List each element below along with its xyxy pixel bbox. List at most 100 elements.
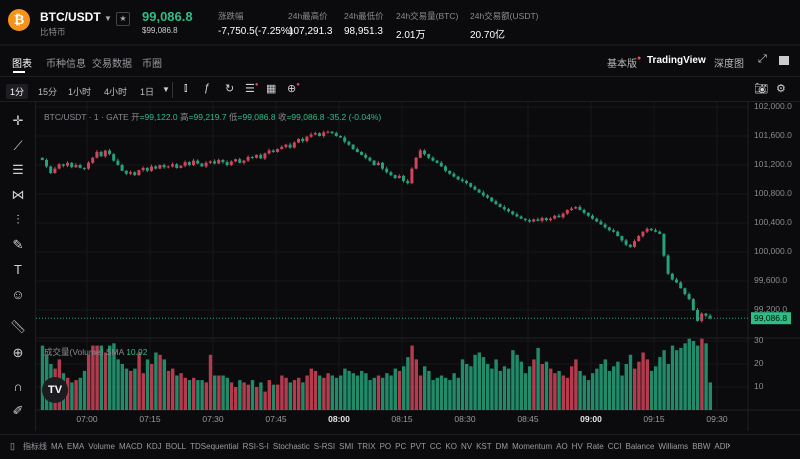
candle-body <box>162 165 166 168</box>
volume-bar <box>334 377 339 410</box>
volume-bar <box>439 375 444 410</box>
indicator-smi[interactable]: SMI <box>339 442 353 451</box>
candle-body <box>385 168 389 173</box>
indicator-hv[interactable]: HV <box>572 442 583 451</box>
low-value: =99,086.8 <box>237 112 276 122</box>
indicator-balance[interactable]: Balance <box>625 442 654 451</box>
indicator-pvt[interactable]: PVT <box>410 442 426 451</box>
volume-bar <box>523 373 528 410</box>
indicator-volume[interactable]: Volume <box>88 442 115 451</box>
volume-bar <box>284 377 288 410</box>
volume-bar <box>628 354 633 410</box>
volume-bar <box>389 375 393 410</box>
volume-bar <box>502 366 507 410</box>
candle-body <box>683 288 687 295</box>
volume-bar <box>347 370 351 410</box>
volume-bar <box>238 380 242 410</box>
volume-bar <box>158 354 162 410</box>
indicator-cc[interactable]: CC <box>430 442 442 451</box>
candle-body <box>133 172 137 176</box>
candle-body <box>595 218 599 222</box>
indicator-panel-icon[interactable]: ▯ <box>10 441 15 452</box>
candle-body <box>267 150 271 154</box>
low-label: 低 <box>228 112 238 122</box>
candle-body <box>280 146 284 150</box>
indicator-pc[interactable]: PC <box>395 442 406 451</box>
price-tick: 101,200.0 <box>754 159 792 169</box>
volume-bar <box>603 359 607 410</box>
volume-bar <box>641 352 645 410</box>
scroll-right-chevron-icon[interactable]: › <box>727 440 730 451</box>
indicator-trix[interactable]: TRIX <box>357 442 375 451</box>
volume-bar <box>616 361 620 410</box>
legend-title: BTC/USDT · 1 · GATE <box>44 112 129 122</box>
candle-body <box>511 211 515 215</box>
candle-body <box>675 279 678 283</box>
candle-body <box>53 168 57 173</box>
indicator-kdj[interactable]: KDJ <box>147 442 162 451</box>
candle-body <box>70 162 74 168</box>
indicator-ema[interactable]: EMA <box>67 442 84 451</box>
volume-bar <box>633 368 637 410</box>
candle-body <box>645 228 649 232</box>
volume-bar <box>124 368 129 410</box>
volume-bar <box>708 382 712 410</box>
indicator-macd[interactable]: MACD <box>119 442 143 451</box>
indicator-dm[interactable]: DM <box>496 442 508 451</box>
indicator-williams[interactable]: Williams <box>658 442 688 451</box>
volume-bar <box>511 350 515 410</box>
volume-bar <box>87 354 91 410</box>
candle-body <box>120 165 124 171</box>
volume-bar <box>515 354 519 410</box>
candle-body <box>498 204 502 208</box>
indicator-boll[interactable]: BOLL <box>166 442 186 451</box>
candle-body <box>477 189 481 193</box>
candle-body <box>284 144 288 147</box>
indicator-ao[interactable]: AO <box>556 442 568 451</box>
candle-body <box>259 154 263 159</box>
candle-body <box>515 214 519 217</box>
indicator-tdsequential[interactable]: TDSequential <box>190 442 238 451</box>
indicator-rate[interactable]: Rate <box>587 442 604 451</box>
volume-bar <box>297 377 301 410</box>
indicator-nv[interactable]: NV <box>461 442 472 451</box>
volume-bar <box>565 377 570 410</box>
price-chart[interactable]: 99,086.8 <box>0 0 800 459</box>
candle-body <box>204 162 208 167</box>
indicator-s-rsi[interactable]: S-RSI <box>314 442 335 451</box>
candle-body <box>473 186 477 190</box>
candle-body <box>250 157 254 159</box>
indicator-momentum[interactable]: Momentum <box>512 442 552 451</box>
indicator-stochastic[interactable]: Stochastic <box>273 442 310 451</box>
volume-bar <box>599 364 603 410</box>
indicator-cci[interactable]: CCI <box>608 442 622 451</box>
candle-body <box>276 149 279 152</box>
candle-body <box>557 215 561 218</box>
indicator-ma[interactable]: MA <box>51 442 63 451</box>
candle-body <box>691 299 695 310</box>
candle-body <box>292 142 296 148</box>
volume-bar <box>150 364 154 410</box>
indicator-ko[interactable]: KO <box>445 442 457 451</box>
tradingview-logo[interactable]: TV <box>42 377 68 403</box>
open-label: 开 <box>131 112 140 122</box>
candle-body <box>154 166 158 169</box>
indicator-bbw[interactable]: BBW <box>692 442 710 451</box>
candle-body <box>439 162 443 167</box>
indicator-po[interactable]: PO <box>380 442 392 451</box>
candle-body <box>389 172 393 176</box>
candle-body <box>599 221 603 225</box>
indicator-adi[interactable]: ADI <box>714 442 727 451</box>
volume-bar <box>166 370 171 410</box>
indicator-rsi-s-i[interactable]: RSI-S-I <box>243 442 269 451</box>
candle-body <box>616 231 620 237</box>
candle-body <box>519 216 523 219</box>
volume-bar <box>376 375 381 410</box>
volume-bar <box>591 373 595 410</box>
indicator-kst[interactable]: KST <box>476 442 492 451</box>
volume-bar <box>444 377 448 410</box>
volume-bar <box>280 375 284 410</box>
candle-body <box>263 153 267 159</box>
volume-bar <box>322 377 326 410</box>
indicator-bar-divider <box>0 434 800 435</box>
